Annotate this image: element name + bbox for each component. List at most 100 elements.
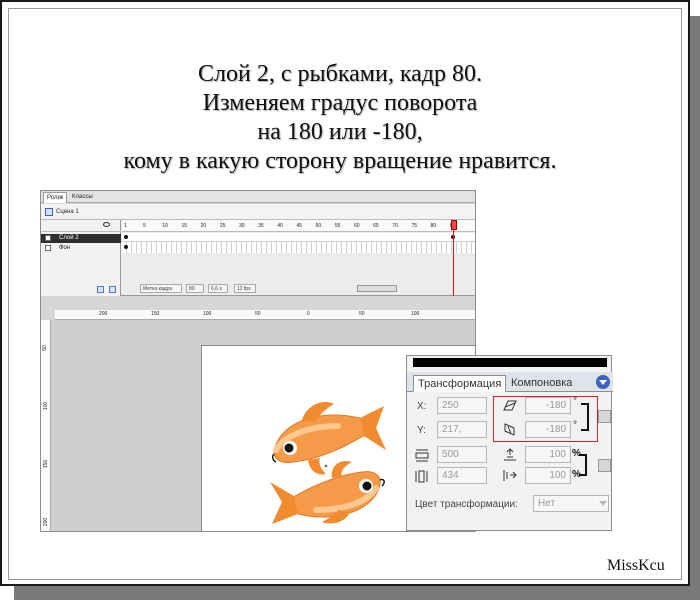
layer-icon (45, 235, 51, 241)
frame-ruler-label: 55 (334, 223, 341, 229)
chevron-down-icon (599, 501, 607, 506)
layer-header (41, 220, 121, 232)
scale-height-field[interactable]: 100 (525, 467, 571, 484)
fish-illustration[interactable] (268, 392, 388, 524)
stage-ruler-vertical: 50 100 150 200 (41, 320, 51, 531)
stage-ruler-label: 200 (43, 517, 50, 527)
panel-tabs: Трансформация Компоновка (407, 372, 613, 392)
frame-ruler-label: 20 (200, 223, 207, 229)
center-point (324, 464, 328, 468)
stage-ruler-label: 50 (255, 311, 261, 317)
frame-ruler-label: 10 (162, 223, 168, 229)
keyframe[interactable] (124, 235, 128, 239)
layer-row-sloy2[interactable]: Слой 2 (41, 234, 121, 243)
color-transform-label: Цвет трансформации: (415, 499, 518, 510)
delete-layer-icon[interactable] (109, 286, 116, 293)
lower-fish-icon (270, 460, 385, 524)
stage-ruler-label: 100 (43, 401, 50, 411)
scene-icon (45, 208, 53, 216)
frame-rate[interactable]: 12 fps (234, 284, 256, 293)
eye-icon[interactable] (103, 222, 110, 227)
constrain-icon[interactable] (598, 459, 611, 472)
scale-width-field[interactable]: 100 (525, 446, 571, 463)
layer-panel: Слой 2 Фон (41, 220, 121, 296)
frame-ruler-label: 5 (143, 223, 146, 229)
frame-ruler: 1510152025303540455055606570758085 (122, 220, 475, 232)
timeline-scrollbar[interactable] (357, 285, 397, 292)
upper-fish-icon (271, 401, 386, 475)
degree-symbol: ° (573, 396, 577, 407)
frame-ruler-label: 60 (354, 223, 360, 229)
stage-ruler-label: 200 (99, 311, 108, 317)
y-field[interactable]: 217, (437, 421, 487, 438)
height-icon (415, 470, 428, 483)
caption-line-3: на 180 или -180, (257, 119, 423, 145)
frame-ruler-label: 65 (373, 223, 379, 229)
scene-selector[interactable]: Сцена 1 (56, 209, 79, 215)
tab-layout[interactable]: Компоновка (507, 375, 576, 392)
panel-topbar (413, 358, 607, 367)
layer-row-fon[interactable]: Фон (41, 244, 121, 253)
current-frame: 80 (186, 284, 204, 293)
scale-link-bracket (579, 454, 587, 476)
color-transform-select[interactable]: Нет (533, 495, 609, 512)
tab-roll[interactable]: Ролик (43, 192, 68, 203)
slide-caption: Слой 2, с рыбками, кадр 80. Изменяем гра… (90, 60, 590, 176)
layer-icon (45, 245, 51, 251)
document-tabbar: Ролик Классы (41, 191, 475, 203)
frame-label-field[interactable]: Метка кадра (140, 284, 182, 293)
skew-horizontal-icon (503, 400, 517, 411)
tab-classes[interactable]: Классы (69, 192, 96, 203)
frame-ruler-label: 45 (296, 223, 303, 229)
scene-bar: Сцена 1 (41, 204, 475, 220)
stage-ruler-horizontal: 200 150 100 50 0 50 100 (55, 310, 475, 320)
frame-ruler-label: 25 (219, 223, 226, 229)
frame-ruler-label: 75 (411, 223, 418, 229)
x-label: X: (417, 401, 427, 412)
stage-ruler-label: 100 (203, 311, 212, 317)
x-field[interactable]: 250 (437, 397, 487, 414)
stage-ruler-label: 150 (43, 459, 50, 469)
skew-v-field[interactable]: -180 (525, 421, 571, 438)
caption-line-4: кому в какую сторону вращение нравится. (123, 148, 557, 174)
panel-menu-icon[interactable] (596, 375, 610, 389)
scale-width-icon (504, 448, 516, 461)
frame-ruler-label: 35 (258, 223, 264, 229)
frame-ruler-label: 30 (239, 223, 245, 229)
width-field[interactable]: 500 (437, 446, 487, 463)
author-signature: MissKcu (607, 557, 665, 574)
skew-h-field[interactable]: -180 (525, 397, 571, 414)
playhead-handle[interactable] (451, 220, 457, 230)
frames-row-sloy2[interactable] (122, 233, 475, 242)
link-bracket (581, 403, 589, 431)
keyframe[interactable] (124, 245, 128, 249)
lock-icon[interactable] (598, 410, 611, 423)
elapsed-time: 6,6 s (208, 284, 228, 293)
frame-ruler-label: 50 (315, 223, 322, 229)
stage-ruler-label: 150 (151, 311, 160, 317)
stage-ruler-label: 50 (41, 345, 48, 351)
stage-ruler-label: 100 (411, 311, 420, 317)
y-label: Y: (417, 425, 426, 436)
degree-symbol: ° (573, 420, 577, 431)
transform-panel: Трансформация Компоновка X: 250 Y: 217, … (406, 355, 613, 531)
skew-vertical-icon (504, 423, 515, 436)
width-icon (415, 449, 429, 462)
scale-height-icon (503, 470, 517, 481)
stage-ruler-label: 0 (307, 311, 310, 317)
caption-line-1: Слой 2, с рыбками, кадр 80. (198, 61, 482, 87)
timeline: Слой 2 Фон 1 5 10 15 20 25 30 35 40 45 50 55 60 65 70 7… (41, 220, 475, 296)
frame-ruler-label: 1 (124, 223, 127, 229)
timeline-status: Метка кадра 80 6,6 s 12 fps (122, 284, 475, 296)
layer-name: Фон (59, 245, 71, 251)
frame-ruler-label: 70 (392, 223, 398, 229)
frame-ruler-label: 80 (430, 223, 437, 229)
stage-ruler-label: 50 (359, 311, 365, 317)
add-folder-icon[interactable] (97, 286, 104, 293)
height-field[interactable]: 434 (437, 467, 487, 484)
layer-name: Слой 2 (59, 235, 79, 241)
frame-ruler-label: 15 (181, 223, 188, 229)
frame-ruler-label: 40 (277, 223, 283, 229)
caption-line-2: Изменяем градус поворота (202, 90, 478, 116)
tab-transform[interactable]: Трансформация (413, 375, 507, 392)
